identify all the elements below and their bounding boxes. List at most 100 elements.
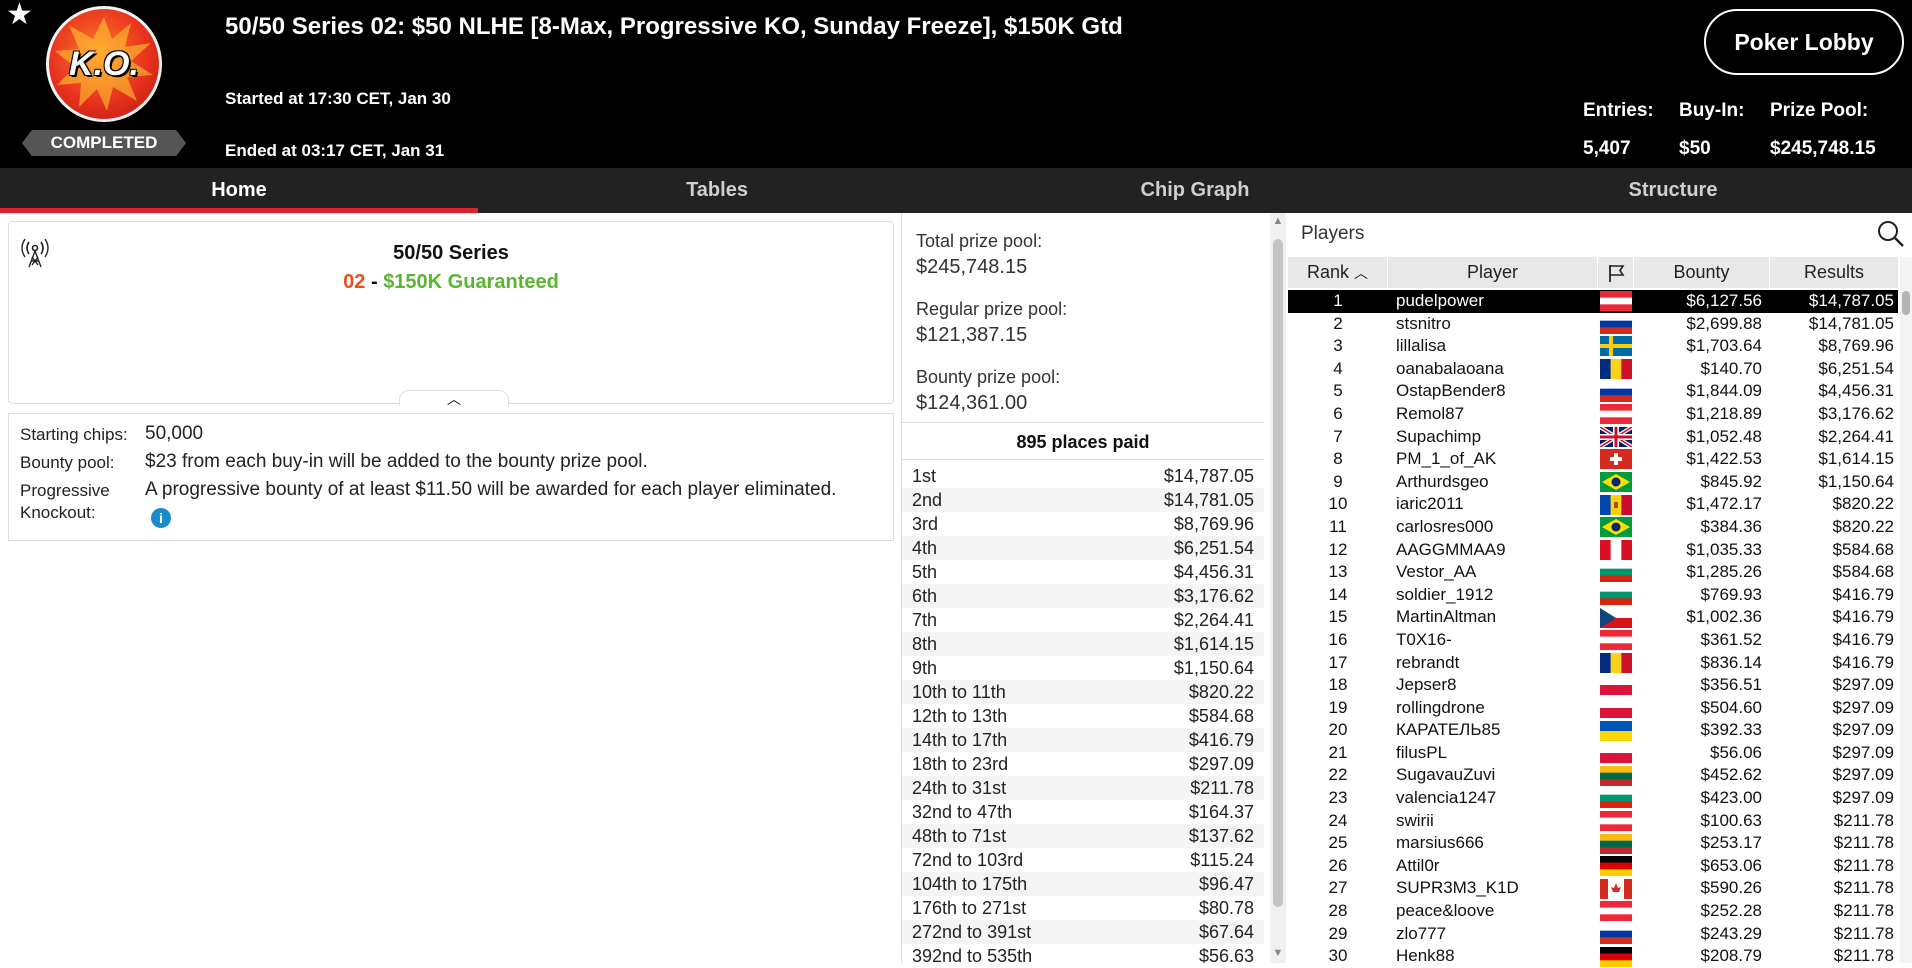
player-result: $2,264.41: [1818, 426, 1894, 446]
player-name: Jepser8: [1396, 675, 1457, 695]
buyin-label: Buy-In:: [1679, 100, 1745, 121]
player-result: $297.09: [1832, 720, 1894, 740]
player-result: $416.79: [1832, 584, 1894, 604]
scroll-down-icon[interactable]: ▼: [1270, 947, 1286, 959]
player-row[interactable]: 23 valencia1247 $423.00 $297.09: [1288, 787, 1898, 810]
scrollbar-thumb[interactable]: [1902, 291, 1910, 315]
player-row[interactable]: 2 stsnitro $2,699.88 $14,781.05: [1288, 313, 1898, 336]
star-icon[interactable]: ★: [6, 0, 33, 30]
scroll-up-icon[interactable]: ▲: [1270, 215, 1286, 227]
player-row[interactable]: 4 oanabalaoana $140.70 $6,251.54: [1288, 358, 1898, 381]
player-row[interactable]: 21 filusPL $56.06 $297.09: [1288, 742, 1898, 765]
series-name: 50/50 Series: [393, 242, 509, 264]
payout-row: 6th $3,176.62: [902, 584, 1264, 608]
results-column-header[interactable]: Results: [1770, 257, 1898, 288]
player-name: filusPL: [1396, 742, 1448, 762]
total-prize-value: $245,748.15: [916, 256, 1028, 278]
player-name: oanabalaoana: [1396, 358, 1504, 378]
player-name: marsius666: [1396, 833, 1484, 853]
player-rank: 16: [1328, 629, 1348, 649]
player-row[interactable]: 28 peace&loove $252.28 $211.78: [1288, 900, 1898, 923]
payout-scrollbar[interactable]: ▲ ▼: [1270, 213, 1286, 963]
player-rank: 12: [1328, 539, 1348, 559]
player-row[interactable]: 9 Arthurdsgeo $845.92 $1,150.64: [1288, 471, 1898, 494]
tournament-info-card: Starting chips: 50,000 Bounty pool: $23 …: [8, 413, 894, 541]
player-row[interactable]: 13 Vestor_AA $1,285.26 $584.68: [1288, 561, 1898, 584]
player-row[interactable]: 15 MartinAltman $1,002.36 $416.79: [1288, 606, 1898, 629]
info-icon[interactable]: i: [151, 507, 171, 528]
player-bounty: $252.28: [1700, 901, 1762, 921]
player-bounty: $1,035.33: [1686, 539, 1762, 559]
payout-amount: $164.37: [1188, 802, 1254, 822]
prize-panel: Total prize pool: $245,748.15 Regular pr…: [901, 213, 1286, 966]
player-row[interactable]: 29 zlo777 $243.29 $211.78: [1288, 923, 1898, 946]
player-rank: 5: [1333, 381, 1343, 401]
player-row[interactable]: 11 carlosres000 $384.36 $820.22: [1288, 516, 1898, 539]
player-row[interactable]: 10 iaric2011 $1,472.17 $820.22: [1288, 493, 1898, 516]
payout-row: 104th to 175th $96.47: [902, 872, 1264, 896]
player-row[interactable]: 3 lillalisa $1,703.64 $8,769.96: [1288, 335, 1898, 358]
bounty-column-header[interactable]: Bounty: [1634, 257, 1770, 288]
player-rank: 20: [1328, 720, 1348, 740]
flag-column-header[interactable]: [1598, 257, 1634, 288]
scrollbar-thumb[interactable]: [1273, 239, 1283, 907]
payout-place: 24th to 31st: [912, 778, 1007, 798]
player-name: peace&loove: [1396, 901, 1495, 921]
tab-tables[interactable]: Tables: [478, 168, 956, 213]
player-result: $6,251.54: [1818, 358, 1894, 378]
player-result: $211.78: [1833, 946, 1894, 966]
player-result: $211.78: [1833, 901, 1894, 921]
player-row[interactable]: 12 AAGGMMAA9 $1,035.33 $584.68: [1288, 539, 1898, 562]
payout-amount: $8,769.96: [1173, 514, 1254, 534]
sort-up-icon: ︿: [1354, 265, 1369, 281]
entries-value: 5,407: [1583, 138, 1631, 159]
country-flag-icon: [1598, 900, 1634, 923]
rank-column-header[interactable]: Rank ︿: [1288, 257, 1388, 288]
player-row[interactable]: 20 КАРАТЕЛЬ85 $392.33 $297.09: [1288, 719, 1898, 742]
player-result: $1,150.64: [1818, 471, 1894, 491]
payout-row: 1st $14,787.05: [902, 464, 1264, 488]
tab-structure[interactable]: Structure: [1434, 168, 1912, 213]
player-row[interactable]: 26 Attil0r $653.06 $211.78: [1288, 855, 1898, 878]
regular-prize-value: $121,387.15: [916, 324, 1028, 346]
player-row[interactable]: 1 pudelpower $6,127.56 $14,787.05: [1288, 290, 1898, 313]
payout-place: 9th: [912, 658, 938, 678]
player-result: $820.22: [1832, 494, 1894, 514]
pko-label-line1: Progressive: [20, 481, 110, 500]
tab-home[interactable]: Home: [0, 168, 478, 213]
player-name: rebrandt: [1396, 652, 1460, 672]
player-bounty: $356.51: [1700, 675, 1762, 695]
player-row[interactable]: 25 marsius666 $253.17 $211.78: [1288, 832, 1898, 855]
player-row[interactable]: 7 Supachimp $1,052.48 $2,264.41: [1288, 426, 1898, 449]
player-row[interactable]: 14 soldier_1912 $769.93 $416.79: [1288, 584, 1898, 607]
player-bounty: $1,703.64: [1686, 336, 1762, 356]
country-flag-icon: [1598, 448, 1634, 471]
player-row[interactable]: 19 rollingdrone $504.60 $297.09: [1288, 697, 1898, 720]
players-scrollbar[interactable]: [1900, 257, 1912, 963]
player-column-header[interactable]: Player: [1388, 257, 1598, 288]
payout-row: 5th $4,456.31: [902, 560, 1264, 584]
search-icon[interactable]: [1875, 219, 1905, 249]
player-rank: 13: [1328, 562, 1348, 582]
ko-logo: K.O.: [46, 6, 162, 122]
player-row[interactable]: 17 rebrandt $836.14 $416.79: [1288, 652, 1898, 675]
collapse-toggle[interactable]: ︿: [399, 390, 509, 407]
player-row[interactable]: 6 Remol87 $1,218.89 $3,176.62: [1288, 403, 1898, 426]
payout-amount: $67.64: [1198, 922, 1254, 942]
country-flag-icon: [1598, 629, 1634, 652]
player-row[interactable]: 16 T0X16- $361.52 $416.79: [1288, 629, 1898, 652]
player-row[interactable]: 22 SugavauZuvi $452.62 $297.09: [1288, 764, 1898, 787]
player-row[interactable]: 8 PM_1_of_AK $1,422.53 $1,614.15: [1288, 448, 1898, 471]
player-row[interactable]: 24 swirii $100.63 $211.78: [1288, 810, 1898, 833]
player-bounty: $384.36: [1700, 516, 1762, 536]
player-rank: 8: [1333, 449, 1343, 469]
player-rank: 17: [1328, 652, 1348, 672]
player-rank: 2: [1333, 313, 1343, 333]
flag-icon: [1608, 265, 1624, 283]
player-row[interactable]: 18 Jepser8 $356.51 $297.09: [1288, 674, 1898, 697]
player-row[interactable]: 30 Henk88 $208.79 $211.78: [1288, 945, 1898, 968]
tab-chip-graph[interactable]: Chip Graph: [956, 168, 1434, 213]
player-row[interactable]: 27 SUPR3M3_K1D $590.26 $211.78: [1288, 877, 1898, 900]
player-row[interactable]: 5 OstapBender8 $1,844.09 $4,456.31: [1288, 380, 1898, 403]
poker-lobby-button[interactable]: Poker Lobby: [1704, 9, 1904, 75]
